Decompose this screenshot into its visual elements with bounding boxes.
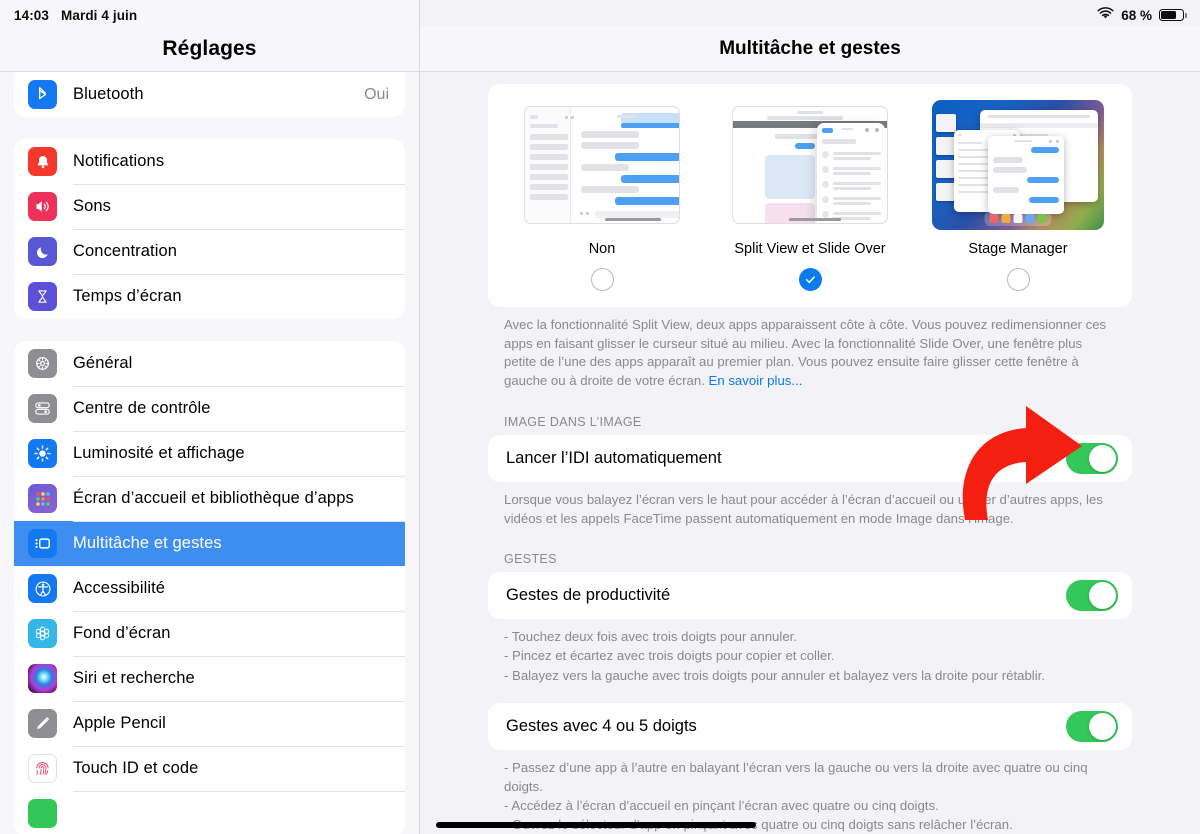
- split-view-thumb: [724, 100, 896, 230]
- sidebar-item-control-center[interactable]: Centre de contrôle: [14, 386, 405, 431]
- pip-auto-row[interactable]: Lancer l’IDI automatiquement: [488, 434, 1132, 482]
- sidebar-item-focus[interactable]: Concentration: [14, 229, 405, 274]
- detail-scroll-area[interactable]: Non Split View et Slide Over Stage Manag…: [420, 72, 1200, 834]
- settings-sidebar: 14:03 Mardi 4 juin Réglages Bluetooth Ou…: [0, 0, 420, 834]
- sidebar-item-label: Siri et recherche: [73, 669, 195, 687]
- mode-option-label: Split View et Slide Over: [734, 241, 886, 257]
- sliders-icon: [28, 394, 57, 423]
- fingerprint-icon: [28, 754, 57, 783]
- sidebar-item-screen-time[interactable]: Temps d’écran: [14, 274, 405, 319]
- mode-radio-off[interactable]: [590, 268, 614, 291]
- hourglass-icon: [28, 282, 57, 311]
- battery-percent-label: 68 %: [1121, 7, 1152, 23]
- multitasking-mode-picker: Non Split View et Slide Over Stage Manag…: [488, 84, 1132, 307]
- mode-description-text: Avec la fonctionnalité Split View, deux …: [504, 317, 1107, 389]
- battery-icon: [1159, 8, 1187, 22]
- sidebar-item-home-screen[interactable]: Écran d’accueil et bibliothèque d’apps: [14, 476, 405, 521]
- accessibility-icon: [28, 574, 57, 603]
- sidebar-item-label: Multitâche et gestes: [73, 534, 222, 552]
- sidebar-item-notifications[interactable]: Notifications: [14, 139, 405, 184]
- wallpaper-flower-icon: [28, 619, 57, 648]
- sidebar-item-display-brightness[interactable]: Luminosité et affichage: [14, 431, 405, 476]
- mode-radio-split-view[interactable]: [798, 268, 822, 291]
- stage-manager-thumb: [932, 100, 1104, 230]
- sidebar-item-bluetooth[interactable]: Bluetooth Oui: [14, 72, 405, 117]
- productivity-gestures-row[interactable]: Gestes de productivité: [488, 572, 1132, 620]
- gestures-section-header: GESTES: [504, 552, 557, 567]
- stage-manager-dock: [984, 211, 1052, 226]
- sidebar-item-touch-id-passcode[interactable]: Touch ID et code: [14, 746, 405, 791]
- page-title: Réglages: [162, 36, 257, 60]
- sidebar-item-multitasking-gestures[interactable]: Multitâche et gestes: [14, 521, 405, 566]
- sidebar-item-accessibility[interactable]: Accessibilité: [14, 566, 405, 611]
- sidebar-group-connectivity: Bluetooth Oui: [14, 72, 405, 117]
- partial-icon: [28, 799, 57, 828]
- pip-note: Lorsque vous balayez l’écran vers le hau…: [504, 491, 1103, 527]
- pip-auto-toggle[interactable]: [1066, 442, 1118, 474]
- mode-option-off[interactable]: Non: [504, 100, 700, 291]
- pencil-icon: [28, 709, 57, 738]
- sidebar-item-label: Accessibilité: [73, 579, 166, 597]
- sidebar-group-system: Général Centre de contrôle Luminosité et…: [14, 341, 405, 834]
- sidebar-item-wallpaper[interactable]: Fond d’écran: [14, 611, 405, 656]
- app-grid-icon: [28, 484, 57, 513]
- gear-icon: [28, 349, 57, 378]
- detail-title-bar: Multitâche et gestes: [420, 26, 1200, 72]
- productivity-gestures-note: - Touchez deux fois avec trois doigts po…: [504, 629, 1045, 683]
- multifinger-gestures-label: Gestes avec 4 ou 5 doigts: [506, 716, 697, 735]
- sidebar-title-bar: Réglages: [0, 26, 419, 72]
- pip-section-header: IMAGE DANS L’IMAGE: [504, 414, 642, 429]
- status-time: 14:03: [14, 7, 50, 23]
- mode-option-split-view[interactable]: Split View et Slide Over: [712, 100, 908, 291]
- mode-option-label: Stage Manager: [968, 241, 1068, 257]
- mode-option-stage-manager[interactable]: Stage Manager: [920, 100, 1116, 291]
- learn-more-link[interactable]: En savoir plus...: [709, 373, 803, 388]
- mode-description: Avec la fonctionnalité Split View, deux …: [488, 307, 1132, 391]
- sidebar-item-label: Luminosité et affichage: [73, 444, 245, 462]
- ipad-settings-screen: 14:03 Mardi 4 juin Réglages Bluetooth Ou…: [0, 0, 1200, 834]
- moon-icon: [28, 237, 57, 266]
- sidebar-item-label: Sons: [73, 197, 112, 215]
- sidebar-item-siri-search[interactable]: Siri et recherche: [14, 656, 405, 701]
- single-app-thumb: [516, 100, 688, 230]
- settings-detail-panel: 68 % Multitâche et gestes Non Split View…: [420, 0, 1200, 834]
- sidebar-item-apple-pencil[interactable]: Apple Pencil: [14, 701, 405, 746]
- brightness-icon: [28, 439, 57, 468]
- sidebar-scroll-area[interactable]: Bluetooth Oui Notifications Sons Concent…: [0, 72, 419, 834]
- bluetooth-icon: [28, 80, 57, 109]
- sidebar-item-value: Oui: [364, 85, 389, 103]
- mode-radio-stage-manager[interactable]: [1006, 268, 1030, 291]
- sidebar-group-alerts: Notifications Sons Concentration Temps d…: [14, 139, 405, 319]
- sidebar-item-label: Écran d’accueil et bibliothèque d’apps: [73, 489, 354, 507]
- detail-title: Multitâche et gestes: [719, 37, 901, 59]
- sidebar-item-label: Centre de contrôle: [73, 399, 211, 417]
- speaker-icon: [28, 192, 57, 221]
- sidebar-item-general[interactable]: Général: [14, 341, 405, 386]
- productivity-gestures-label: Gestes de productivité: [506, 586, 671, 605]
- sidebar-item-sounds[interactable]: Sons: [14, 184, 405, 229]
- sidebar-item-label: Concentration: [73, 242, 178, 260]
- bell-icon: [28, 147, 57, 176]
- status-date: Mardi 4 juin: [61, 7, 138, 23]
- multifinger-gestures-toggle[interactable]: [1066, 710, 1118, 742]
- sidebar-item-label: Fond d’écran: [73, 624, 171, 642]
- mode-option-label: Non: [588, 241, 616, 257]
- siri-icon: [28, 664, 57, 693]
- multitasking-icon: [28, 529, 57, 558]
- sidebar-item-label: Notifications: [73, 152, 165, 170]
- productivity-gestures-toggle[interactable]: [1066, 580, 1118, 612]
- sidebar-item-label: Temps d’écran: [73, 287, 182, 305]
- sidebar-item-label: Général: [73, 354, 133, 372]
- sidebar-item-label: Bluetooth: [73, 85, 144, 103]
- sidebar-item-partial[interactable]: [14, 791, 405, 834]
- multifinger-gestures-row[interactable]: Gestes avec 4 ou 5 doigts: [488, 702, 1132, 750]
- home-indicator: [436, 822, 756, 828]
- sidebar-item-label: Apple Pencil: [73, 714, 166, 732]
- pip-auto-label: Lancer l’IDI automatiquement: [506, 448, 722, 467]
- sidebar-item-label: Touch ID et code: [73, 759, 199, 777]
- wifi-icon: [1097, 7, 1114, 23]
